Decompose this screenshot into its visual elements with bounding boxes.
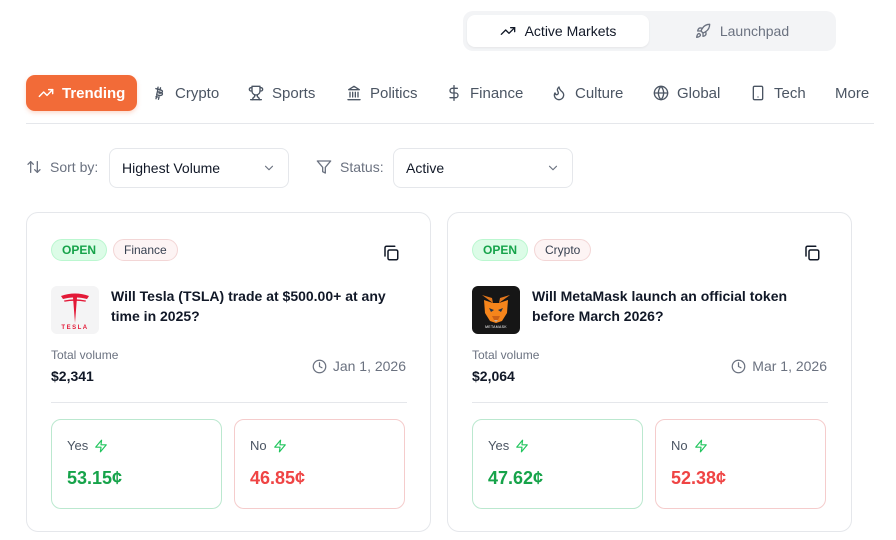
trending-up-icon (38, 88, 54, 98)
sort-select-value: Highest Volume (122, 160, 221, 176)
trending-up-icon (500, 26, 515, 35)
yes-label-text: Yes (67, 438, 89, 453)
no-price: 52.38¢ (671, 468, 727, 488)
chevron-down-icon (264, 165, 274, 171)
market-card[interactable]: OPEN Finance TESLA Will Tesla (TSLA) tra… (26, 212, 431, 532)
end-date: Mar 1, 2026 (731, 358, 827, 374)
logo-wordmark: METAMASK (485, 325, 507, 329)
volume-value: $2,341 (51, 368, 94, 384)
no-label: No (250, 438, 287, 453)
market-question: Will MetaMask launch an official token b… (532, 288, 788, 324)
clock-icon (312, 359, 327, 373)
tab-label: Crypto (175, 84, 220, 102)
no-label-text: No (250, 438, 267, 453)
tesla-logo: TESLA (51, 286, 99, 334)
yes-label: Yes (67, 438, 108, 453)
logo-wordmark: TESLA (61, 325, 89, 331)
yes-label-text: Yes (488, 438, 510, 453)
market-question: Will Tesla (TSLA) trade at $500.00+ at a… (111, 288, 386, 324)
sort-label: Sort by: (26, 159, 98, 175)
tab-more[interactable]: More (835, 75, 869, 111)
card-divider (472, 402, 828, 403)
globe-icon (653, 85, 669, 101)
tab-label: Trending (62, 84, 126, 102)
status-badge: OPEN (472, 239, 529, 261)
status-select[interactable]: Active (393, 148, 573, 188)
tab-crypto[interactable]: Crypto (151, 75, 219, 111)
category-badge: Finance (113, 239, 178, 261)
tab-global[interactable]: Global (653, 75, 720, 111)
status-label: Status: (316, 159, 384, 175)
tab-label: Global (677, 84, 721, 102)
active-markets-label: Active Markets (524, 23, 617, 39)
zap-icon (694, 439, 707, 452)
rocket-icon (695, 23, 711, 38)
sort-arrows-icon (27, 161, 41, 173)
status-label-text: Status: (340, 159, 384, 175)
market-card[interactable]: OPEN Crypto METAMASK Will MetaMask launc… (447, 212, 852, 532)
copy-button[interactable] (382, 244, 400, 262)
metamask-logo: METAMASK (472, 286, 520, 334)
status-select-value: Active (406, 160, 445, 176)
end-date-text: Mar 1, 2026 (752, 358, 827, 374)
status-badge: OPEN (51, 239, 108, 261)
volume-label: Total volume (51, 348, 119, 362)
yes-outcome-button[interactable]: Yes 47.62¢ (472, 419, 643, 509)
volume-label: Total volume (472, 348, 540, 362)
tab-label: Tech (774, 84, 806, 102)
market-switcher: Active Markets Launchpad (463, 11, 836, 51)
no-price: 46.85¢ (250, 468, 306, 488)
zap-icon (273, 439, 286, 452)
launchpad-button[interactable]: Launchpad (653, 15, 831, 47)
end-date: Jan 1, 2026 (312, 358, 406, 374)
yes-label: Yes (488, 438, 529, 453)
tab-label: More (835, 84, 870, 102)
flame-icon (553, 86, 565, 101)
landmark-icon (347, 85, 361, 101)
launchpad-label: Launchpad (719, 23, 790, 39)
copy-icon (384, 245, 399, 261)
tab-finance[interactable]: Finance (446, 75, 523, 111)
copy-button[interactable] (803, 244, 821, 262)
tab-label: Politics (370, 84, 418, 102)
yes-price: 53.15¢ (67, 468, 123, 488)
no-label: No (671, 438, 708, 453)
active-markets-button[interactable]: Active Markets (467, 15, 649, 47)
filter-icon (316, 160, 332, 174)
tab-tech[interactable]: Tech (750, 75, 806, 111)
tab-label: Culture (575, 84, 624, 102)
tab-label: Sports (272, 84, 316, 102)
copy-icon (805, 245, 820, 261)
volume-value: $2,064 (472, 368, 515, 384)
sort-select[interactable]: Highest Volume (109, 148, 289, 188)
tab-culture[interactable]: Culture (551, 75, 623, 111)
tab-label: Finance (470, 84, 524, 102)
dollar-icon (449, 85, 459, 101)
sort-label-text: Sort by: (50, 159, 99, 175)
tab-trending[interactable]: Trending (26, 75, 138, 111)
zap-icon (516, 439, 529, 452)
zap-icon (95, 439, 108, 452)
no-outcome-button[interactable]: No 52.38¢ (655, 419, 826, 509)
no-outcome-button[interactable]: No 46.85¢ (234, 419, 405, 509)
yes-price: 47.62¢ (488, 468, 544, 488)
category-badge: Crypto (534, 239, 592, 261)
tab-sports[interactable]: Sports (248, 75, 315, 111)
yes-outcome-button[interactable]: Yes 53.15¢ (51, 419, 222, 509)
card-divider (51, 402, 407, 403)
bitcoin-icon (155, 86, 164, 100)
trophy-icon (248, 85, 264, 101)
clock-icon (731, 359, 746, 373)
no-label-text: No (671, 438, 688, 453)
chevron-down-icon (548, 165, 558, 171)
category-tabs: Trending Crypto Sports Politics Finance … (0, 75, 896, 111)
end-date-text: Jan 1, 2026 (332, 358, 406, 374)
tabs-divider (26, 123, 874, 124)
smartphone-icon (752, 85, 764, 101)
tab-politics[interactable]: Politics (346, 75, 418, 111)
